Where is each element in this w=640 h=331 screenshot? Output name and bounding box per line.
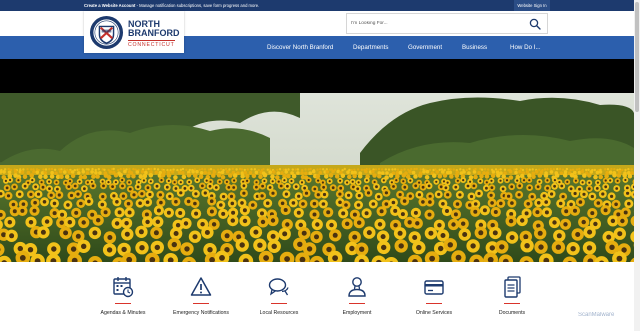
nav-item-discover[interactable]: Discover North Branford [267, 44, 333, 51]
website-sign-in-button[interactable]: Website Sign In [514, 0, 550, 11]
quick-link-agendas[interactable]: Agendas & Minutes [83, 275, 163, 316]
top-utility-bar: Create a Website Account - Manage notifi… [0, 0, 634, 11]
nav-item-business[interactable]: Business [462, 44, 487, 51]
town-seal-icon [89, 15, 124, 50]
site-logo[interactable]: NORTH BRANFORD CONNECTICUT [84, 11, 184, 53]
quick-link-underline [271, 303, 287, 305]
account-message-text: - Manage notification subscriptions, sav… [135, 3, 260, 8]
page-scrollbar[interactable] [634, 0, 640, 331]
quick-link-documents[interactable]: Documents [472, 275, 552, 316]
nav-item-government[interactable]: Government [408, 44, 442, 51]
quick-link-label: Emergency Notifications [173, 310, 229, 317]
quick-link-employment[interactable]: Employment [317, 275, 397, 316]
calendar-clock-icon [113, 277, 134, 298]
quick-link-label: Online Services [415, 310, 453, 317]
credit-card-icon [424, 280, 444, 295]
scrollbar-thumb[interactable] [635, 2, 639, 112]
quick-link-label: Documents [498, 310, 526, 317]
search-icon[interactable] [529, 18, 541, 30]
nav-item-departments[interactable]: Departments [353, 44, 388, 51]
scanmalware-watermark: ScanMalware [578, 312, 615, 318]
search-input[interactable] [351, 21, 521, 26]
quick-link-label: Local Resources [259, 310, 299, 317]
quick-link-online-services[interactable]: Online Services [394, 275, 474, 316]
quick-link-label: Agendas & Minutes [100, 310, 146, 317]
documents-icon [504, 276, 521, 298]
quick-link-underline [426, 303, 442, 305]
nav-item-how-do-i[interactable]: How Do I... [510, 44, 541, 51]
hero-image-sunflower-field [0, 93, 634, 262]
create-account-link[interactable]: Create a Website Account [84, 3, 135, 8]
quick-link-underline [193, 303, 209, 305]
chat-bubbles-icon [268, 278, 289, 296]
quick-link-label: Employment [342, 310, 372, 317]
logo-line-branford: BRANFORD [128, 28, 180, 38]
sunflower-field-image [0, 93, 634, 262]
person-icon [348, 277, 366, 297]
quick-link-underline [349, 303, 365, 305]
hero-top-band [0, 59, 634, 93]
warning-icon [190, 277, 212, 296]
quick-link-local-resources[interactable]: Local Resources [239, 275, 319, 316]
quick-link-underline [504, 303, 520, 305]
account-message: Create a Website Account - Manage notifi… [84, 3, 259, 8]
quick-links: Agendas & Minutes Emergency Notification… [0, 262, 634, 331]
logo-line-connecticut: CONNECTICUT [128, 40, 175, 48]
quick-link-emergency[interactable]: Emergency Notifications [161, 275, 241, 316]
search-box [346, 13, 548, 34]
quick-link-underline [115, 303, 131, 305]
